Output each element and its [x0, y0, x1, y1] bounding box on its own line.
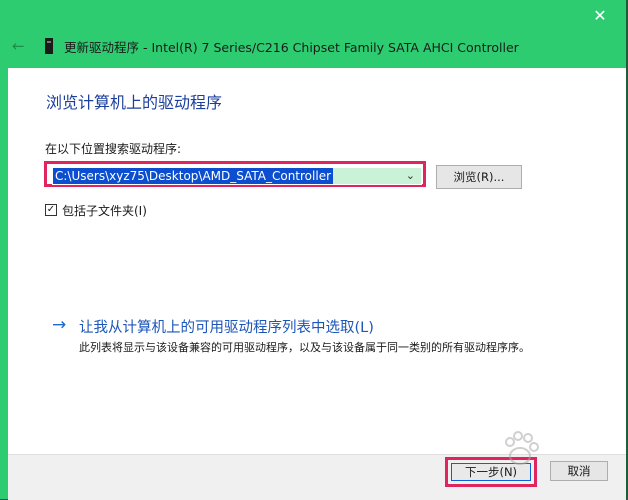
- link-arrow-icon[interactable]: →: [52, 315, 66, 335]
- checkbox-check-icon: ✓: [46, 204, 56, 215]
- close-icon[interactable]: ✕: [590, 6, 610, 26]
- title-bar: ✕ ← 更新驱动程序 - Intel(R) 7 Series/C216 Chip…: [0, 0, 626, 68]
- dropdown-chevron-icon[interactable]: ⌄: [406, 167, 415, 185]
- search-location-label: 在以下位置搜索驱动程序:: [45, 142, 182, 156]
- window-title: 更新驱动程序 - Intel(R) 7 Series/C216 Chipset …: [64, 40, 519, 55]
- include-subfolders-label[interactable]: 包括子文件夹(I): [62, 202, 147, 219]
- pick-from-list-link[interactable]: 让我从计算机上的可用驱动程序列表中选取(L): [79, 316, 374, 337]
- device-icon: [45, 38, 53, 54]
- path-combobox[interactable]: C:\Users\xyz75\Desktop\AMD_SATA_Controll…: [52, 167, 422, 185]
- page-heading: 浏览计算机上的驱动程序: [46, 93, 223, 112]
- path-highlight-box: C:\Users\xyz75\Desktop\AMD_SATA_Controll…: [44, 161, 426, 187]
- include-subfolders-checkbox[interactable]: ✓: [45, 204, 57, 216]
- content-pane: 浏览计算机上的驱动程序 在以下位置搜索驱动程序: C:\Users\xyz75\…: [8, 68, 626, 454]
- back-arrow-icon[interactable]: ←: [12, 37, 30, 55]
- watermark-paw-icon: [505, 431, 539, 465]
- pick-from-list-description: 此列表将显示与该设备兼容的可用驱动程序，以及与该设备属于同一类别的所有驱动程序序…: [79, 341, 530, 354]
- browse-button[interactable]: 浏览(R)...: [436, 165, 522, 189]
- path-input-value[interactable]: C:\Users\xyz75\Desktop\AMD_SATA_Controll…: [53, 168, 334, 184]
